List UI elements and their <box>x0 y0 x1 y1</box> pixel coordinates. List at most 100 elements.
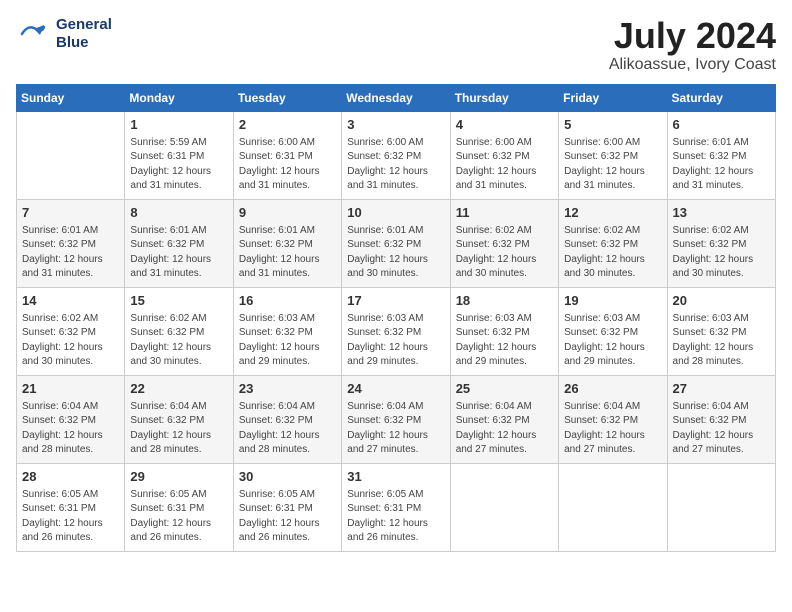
calendar-cell: 6Sunrise: 6:01 AMSunset: 6:32 PMDaylight… <box>667 111 775 199</box>
calendar-cell: 3 Sunrise: 6:00 AMSunset: 6:32 PMDaylight… <box>342 111 450 199</box>
day-number: 10 <box>347 204 444 222</box>
day-info: Sunrise: 6:00 AMSunset: 6:32 PMDaylight:… <box>564 136 661 194</box>
day-info: Sunrise: 6:03 AMSunset: 6:32 PMDaylight:… <box>456 312 553 370</box>
day-info: Sunrise: 5:59 AMSunset: 6:31 PMDaylight:… <box>130 136 227 194</box>
day-info: Sunrise: 6:02 AMSunset: 6:32 PMDaylight:… <box>22 312 119 370</box>
day-number: 25 <box>456 380 553 398</box>
day-header-monday: Monday <box>125 84 233 111</box>
calendar-cell: 26Sunrise: 6:04 AMSunset: 6:32 PMDayligh… <box>559 375 667 463</box>
calendar-cell: 15Sunrise: 6:02 AMSunset: 6:32 PMDayligh… <box>125 287 233 375</box>
calendar-cell: 14 Sunrise: 6:02 AMSunset: 6:32 PMDayligh… <box>17 287 125 375</box>
calendar-cell: 11 Sunrise: 6:02 AMSunset: 6:32 PMDayligh… <box>450 199 558 287</box>
day-number: 20 <box>673 292 770 310</box>
calendar-cell: 16Sunrise: 6:03 AMSunset: 6:32 PMDayligh… <box>233 287 341 375</box>
day-info: Sunrise: 6:00 AMSunset: 6:32 PMDaylight:… <box>456 136 553 194</box>
day-number: 1 <box>130 116 227 134</box>
day-info: Sunrise: 6:04 AMSunset: 6:32 PMDaylight:… <box>22 400 119 458</box>
day-number: 12 <box>564 204 661 222</box>
day-number: 3 <box>347 116 444 134</box>
day-number: 13 <box>673 204 770 222</box>
day-number: 30 <box>239 468 336 486</box>
day-info: Sunrise: 6:01 AMSunset: 6:32 PMDaylight:… <box>239 224 336 282</box>
calendar-cell: 28 Sunrise: 6:05 AMSunset: 6:31 PMDayligh… <box>17 463 125 551</box>
calendar-cell: 17 Sunrise: 6:03 AMSunset: 6:32 PMDayligh… <box>342 287 450 375</box>
day-number: 23 <box>239 380 336 398</box>
calendar-cell: 23 Sunrise: 6:04 AMSunset: 6:32 PMDayligh… <box>233 375 341 463</box>
calendar-week-row: 21 Sunrise: 6:04 AMSunset: 6:32 PMDayligh… <box>17 375 776 463</box>
day-number: 14 <box>22 292 119 310</box>
day-info: Sunrise: 6:01 AMSunset: 6:32 PMDaylight:… <box>673 136 770 194</box>
calendar-cell <box>17 111 125 199</box>
day-header-saturday: Saturday <box>667 84 775 111</box>
calendar-cell: 24 Sunrise: 6:04 AMSunset: 6:32 PMDayligh… <box>342 375 450 463</box>
calendar-cell: 31Sunrise: 6:05 AMSunset: 6:31 PMDayligh… <box>342 463 450 551</box>
calendar-cell: 27 Sunrise: 6:04 AMSunset: 6:32 PMDayligh… <box>667 375 775 463</box>
day-info: Sunrise: 6:05 AMSunset: 6:31 PMDaylight:… <box>22 488 119 546</box>
calendar-week-row: 1 Sunrise: 5:59 AMSunset: 6:31 PMDaylight… <box>17 111 776 199</box>
logo-icon <box>16 19 52 49</box>
day-info: Sunrise: 6:01 AMSunset: 6:32 PMDaylight:… <box>130 224 227 282</box>
calendar-table: SundayMondayTuesdayWednesdayThursdayFrid… <box>16 84 776 552</box>
day-info: Sunrise: 6:02 AMSunset: 6:32 PMDaylight:… <box>130 312 227 370</box>
day-info: Sunrise: 6:03 AMSunset: 6:32 PMDaylight:… <box>564 312 661 370</box>
day-info: Sunrise: 6:01 AMSunset: 6:32 PMDaylight:… <box>22 224 119 282</box>
header-row: SundayMondayTuesdayWednesdayThursdayFrid… <box>17 84 776 111</box>
day-number: 26 <box>564 380 661 398</box>
calendar-cell: 10 Sunrise: 6:01 AMSunset: 6:32 PMDayligh… <box>342 199 450 287</box>
day-number: 11 <box>456 204 553 222</box>
calendar-cell: 4 Sunrise: 6:00 AMSunset: 6:32 PMDaylight… <box>450 111 558 199</box>
day-number: 19 <box>564 292 661 310</box>
calendar-cell: 20 Sunrise: 6:03 AMSunset: 6:32 PMDayligh… <box>667 287 775 375</box>
calendar-cell: 13 Sunrise: 6:02 AMSunset: 6:32 PMDayligh… <box>667 199 775 287</box>
day-header-sunday: Sunday <box>17 84 125 111</box>
day-info: Sunrise: 6:05 AMSunset: 6:31 PMDaylight:… <box>130 488 227 546</box>
day-header-tuesday: Tuesday <box>233 84 341 111</box>
day-number: 17 <box>347 292 444 310</box>
day-number: 9 <box>239 204 336 222</box>
day-header-wednesday: Wednesday <box>342 84 450 111</box>
calendar-cell: 2 Sunrise: 6:00 AMSunset: 6:31 PMDaylight… <box>233 111 341 199</box>
day-info: Sunrise: 6:02 AMSunset: 6:32 PMDaylight:… <box>564 224 661 282</box>
day-info: Sunrise: 6:00 AMSunset: 6:32 PMDaylight:… <box>347 136 444 194</box>
day-info: Sunrise: 6:00 AMSunset: 6:31 PMDaylight:… <box>239 136 336 194</box>
day-info: Sunrise: 6:02 AMSunset: 6:32 PMDaylight:… <box>456 224 553 282</box>
logo: General Blue <box>16 16 112 52</box>
day-number: 2 <box>239 116 336 134</box>
calendar-cell: 25 Sunrise: 6:04 AMSunset: 6:32 PMDayligh… <box>450 375 558 463</box>
day-info: Sunrise: 6:04 AMSunset: 6:32 PMDaylight:… <box>456 400 553 458</box>
calendar-cell: 1 Sunrise: 5:59 AMSunset: 6:31 PMDaylight… <box>125 111 233 199</box>
calendar-week-row: 28 Sunrise: 6:05 AMSunset: 6:31 PMDayligh… <box>17 463 776 551</box>
day-info: Sunrise: 6:04 AMSunset: 6:32 PMDaylight:… <box>239 400 336 458</box>
calendar-cell: 9 Sunrise: 6:01 AMSunset: 6:32 PMDaylight… <box>233 199 341 287</box>
day-number: 29 <box>130 468 227 486</box>
location-title: Alikoassue, Ivory Coast <box>609 56 776 74</box>
day-number: 4 <box>456 116 553 134</box>
calendar-cell: 7Sunrise: 6:01 AMSunset: 6:32 PMDaylight… <box>17 199 125 287</box>
day-info: Sunrise: 6:01 AMSunset: 6:32 PMDaylight:… <box>347 224 444 282</box>
day-number: 27 <box>673 380 770 398</box>
day-number: 28 <box>22 468 119 486</box>
month-title: July 2024 <box>609 16 776 56</box>
day-number: 16 <box>239 292 336 310</box>
day-header-thursday: Thursday <box>450 84 558 111</box>
day-header-friday: Friday <box>559 84 667 111</box>
day-info: Sunrise: 6:04 AMSunset: 6:32 PMDaylight:… <box>347 400 444 458</box>
day-info: Sunrise: 6:03 AMSunset: 6:32 PMDaylight:… <box>347 312 444 370</box>
day-info: Sunrise: 6:05 AMSunset: 6:31 PMDaylight:… <box>347 488 444 546</box>
day-number: 5 <box>564 116 661 134</box>
calendar-cell: 19 Sunrise: 6:03 AMSunset: 6:32 PMDayligh… <box>559 287 667 375</box>
day-number: 21 <box>22 380 119 398</box>
calendar-cell: 21 Sunrise: 6:04 AMSunset: 6:32 PMDayligh… <box>17 375 125 463</box>
day-info: Sunrise: 6:03 AMSunset: 6:32 PMDaylight:… <box>673 312 770 370</box>
title-block: July 2024 Alikoassue, Ivory Coast <box>609 16 776 74</box>
day-number: 22 <box>130 380 227 398</box>
day-number: 24 <box>347 380 444 398</box>
calendar-cell <box>559 463 667 551</box>
calendar-cell: 29 Sunrise: 6:05 AMSunset: 6:31 PMDayligh… <box>125 463 233 551</box>
day-info: Sunrise: 6:04 AMSunset: 6:32 PMDaylight:… <box>673 400 770 458</box>
day-number: 18 <box>456 292 553 310</box>
day-info: Sunrise: 6:05 AMSunset: 6:31 PMDaylight:… <box>239 488 336 546</box>
calendar-cell: 5 Sunrise: 6:00 AMSunset: 6:32 PMDaylight… <box>559 111 667 199</box>
calendar-cell: 22Sunrise: 6:04 AMSunset: 6:32 PMDayligh… <box>125 375 233 463</box>
day-info: Sunrise: 6:02 AMSunset: 6:32 PMDaylight:… <box>673 224 770 282</box>
